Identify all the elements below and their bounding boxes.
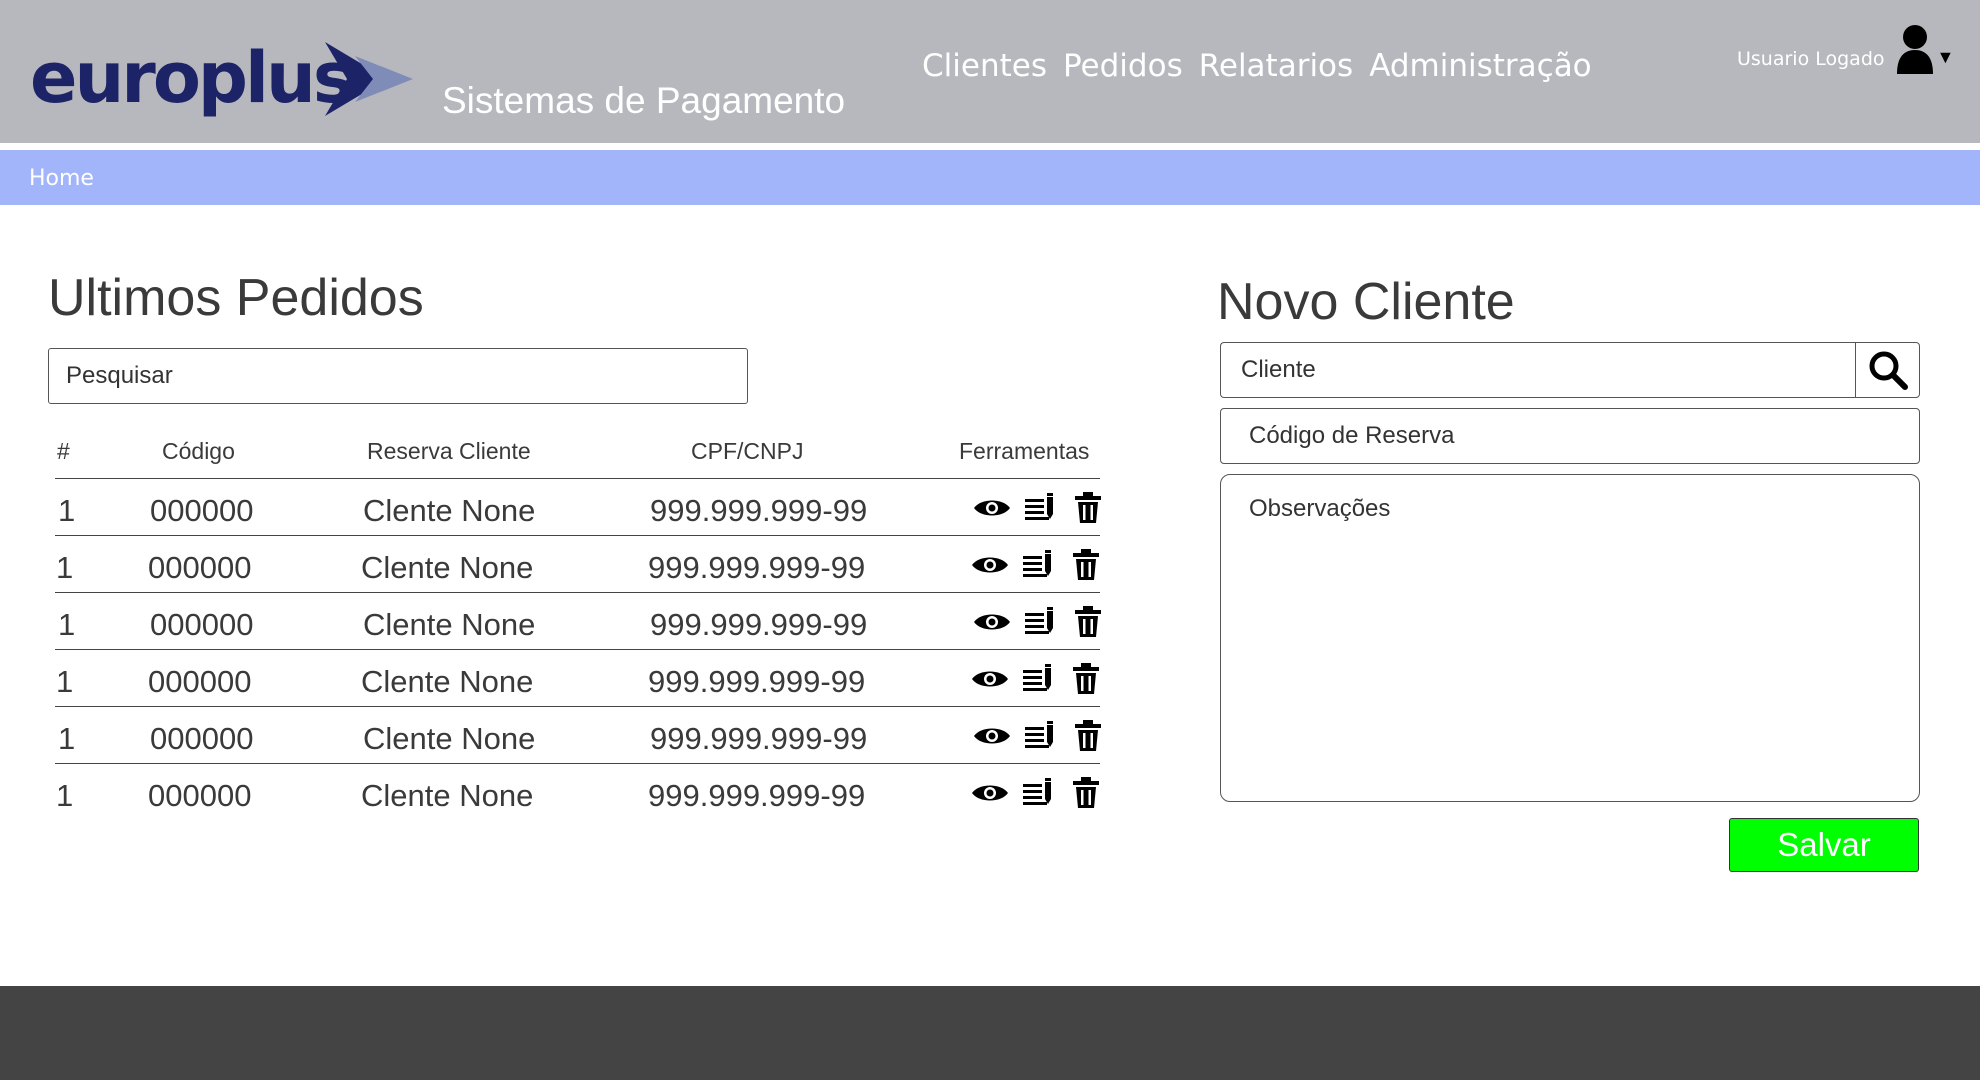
edit-list-icon[interactable]: [1021, 605, 1059, 639]
cell-cpf-cnpj: 999.999.999-99: [648, 778, 866, 813]
trash-icon[interactable]: [1067, 662, 1105, 696]
view-eye-icon[interactable]: [973, 719, 1011, 753]
nav-item-administracao[interactable]: Administração: [1369, 48, 1591, 84]
view-eye-icon[interactable]: [973, 491, 1011, 525]
table-row[interactable]: 1 000000 Clente None 999.999.999-99: [55, 764, 1100, 821]
orders-title: Ultimos Pedidos: [48, 269, 424, 327]
cliente-input[interactable]: [1220, 342, 1856, 398]
row-tools: [973, 605, 1107, 639]
europlus-logo[interactable]: europlus: [30, 37, 413, 119]
cell-reserva-cliente: Clente None: [363, 493, 536, 528]
col-header-reserva: Reserva Cliente: [367, 438, 531, 464]
orders-search-input[interactable]: [48, 348, 748, 404]
row-tools: [973, 719, 1107, 753]
col-header-cpf: CPF/CNPJ: [691, 438, 804, 464]
table-body: 1 000000 Clente None 999.999.999-99 1 000000 C…: [55, 479, 1101, 821]
cell-num: 1: [58, 493, 76, 528]
app-footer: [0, 986, 1980, 1080]
orders-table: # Código Reserva Cliente CPF/CNPJ Ferram…: [55, 430, 1101, 821]
edit-list-icon[interactable]: [1021, 719, 1059, 753]
table-row[interactable]: 1 000000 Clente None 999.999.999-99: [55, 536, 1100, 593]
trash-icon[interactable]: [1069, 719, 1107, 753]
app-tagline: Sistemas de Pagamento: [442, 80, 846, 121]
trash-icon[interactable]: [1067, 776, 1105, 810]
logo-wordmark: europlus: [30, 37, 355, 119]
col-header-ferramentas: Ferramentas: [959, 438, 1090, 464]
cell-num: 1: [58, 607, 76, 642]
app-header: europlus Sistemas de Pagamento Clientes …: [0, 0, 1980, 143]
user-menu[interactable]: Usuario Logado ▼: [1737, 24, 1954, 74]
cell-reserva-cliente: Clente None: [361, 550, 534, 585]
cell-num: 1: [56, 664, 74, 699]
cell-cpf-cnpj: 999.999.999-99: [650, 493, 868, 528]
cell-num: 1: [58, 721, 76, 756]
row-tools: [971, 548, 1105, 582]
cell-reserva-cliente: Clente None: [363, 721, 536, 756]
cell-reserva-cliente: Clente None: [361, 778, 534, 813]
view-eye-icon[interactable]: [971, 776, 1009, 810]
table-row[interactable]: 1 000000 Clente None 999.999.999-99: [55, 707, 1101, 764]
cell-num: 1: [56, 778, 74, 813]
nav-item-clientes[interactable]: Clientes: [922, 48, 1047, 84]
trash-icon[interactable]: [1067, 548, 1105, 582]
view-eye-icon[interactable]: [971, 548, 1009, 582]
table-row[interactable]: 1 000000 Clente None 999.999.999-99: [55, 650, 1100, 707]
edit-list-icon[interactable]: [1019, 776, 1057, 810]
trash-icon[interactable]: [1069, 491, 1107, 525]
view-eye-icon[interactable]: [971, 662, 1009, 696]
edit-list-icon[interactable]: [1021, 491, 1059, 525]
breadcrumb-home[interactable]: Home: [29, 166, 94, 191]
row-tools: [971, 776, 1105, 810]
cell-codigo: 000000: [148, 778, 252, 813]
cell-cpf-cnpj: 999.999.999-99: [650, 721, 868, 756]
main-nav: Clientes Pedidos Relatarios Administraçã…: [922, 48, 1592, 84]
user-name: Usuario Logado: [1737, 48, 1885, 70]
user-icon[interactable]: [1895, 24, 1935, 74]
cliente-search-button[interactable]: [1855, 342, 1920, 398]
cell-cpf-cnpj: 999.999.999-99: [650, 607, 868, 642]
cell-codigo: 000000: [148, 550, 252, 585]
edit-list-icon[interactable]: [1019, 548, 1057, 582]
cell-cpf-cnpj: 999.999.999-99: [648, 550, 866, 585]
search-icon: [1869, 351, 1908, 390]
cell-reserva-cliente: Clente None: [361, 664, 534, 699]
caret-down-icon[interactable]: ▼: [1937, 47, 1955, 68]
table-row[interactable]: 1 000000 Clente None 999.999.999-99: [55, 479, 1101, 536]
logo-arrow-icon: [325, 42, 413, 116]
cell-cpf-cnpj: 999.999.999-99: [648, 664, 866, 699]
cell-codigo: 000000: [150, 721, 254, 756]
nav-item-pedidos[interactable]: Pedidos: [1063, 48, 1183, 84]
col-header-num: #: [57, 438, 70, 464]
nav-item-relatarios[interactable]: Relatarios: [1199, 48, 1353, 84]
cell-reserva-cliente: Clente None: [363, 607, 536, 642]
codigo-reserva-input[interactable]: [1220, 408, 1920, 464]
observacoes-textarea[interactable]: [1220, 474, 1920, 802]
cell-num: 1: [56, 550, 74, 585]
cell-codigo: 000000: [150, 607, 254, 642]
breadcrumb: Home: [0, 150, 1980, 205]
edit-list-icon[interactable]: [1019, 662, 1057, 696]
table-header: # Código Reserva Cliente CPF/CNPJ Ferram…: [55, 430, 1100, 479]
cell-codigo: 000000: [148, 664, 252, 699]
trash-icon[interactable]: [1069, 605, 1107, 639]
col-header-codigo: Código: [162, 438, 235, 464]
save-button[interactable]: Salvar: [1729, 818, 1919, 872]
cell-codigo: 000000: [150, 493, 254, 528]
view-eye-icon[interactable]: [973, 605, 1011, 639]
new-client-title: Novo Cliente: [1217, 273, 1515, 331]
table-row[interactable]: 1 000000 Clente None 999.999.999-99: [55, 593, 1101, 650]
row-tools: [973, 491, 1107, 525]
row-tools: [971, 662, 1105, 696]
